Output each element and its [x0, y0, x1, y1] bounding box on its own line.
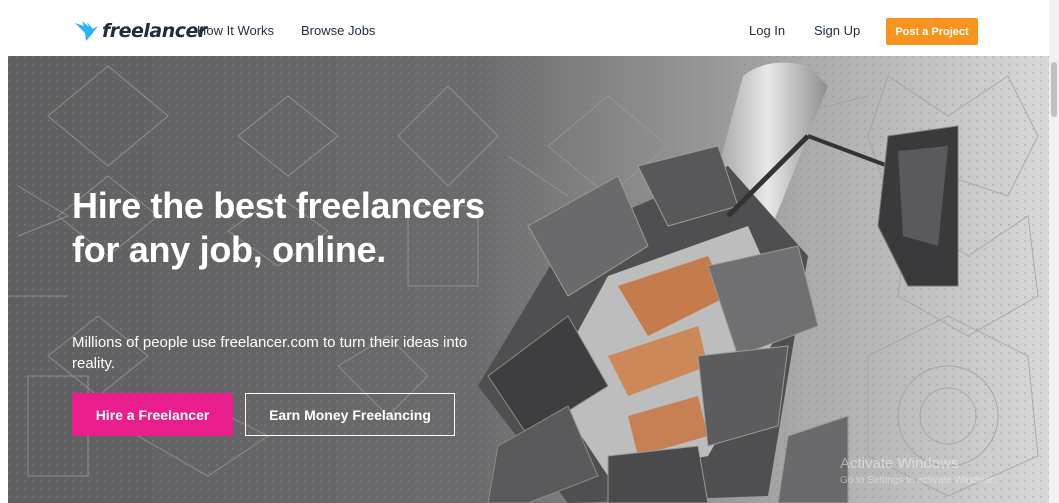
hero-subline: Millions of people use freelancer.com to… — [72, 334, 468, 372]
hero-headline: Hire the best freelancers for any job, o… — [72, 185, 485, 270]
scrollbar-thumb[interactable] — [1051, 62, 1057, 117]
post-project-button[interactable]: Post a Project — [886, 18, 978, 45]
nav-how-it-works[interactable]: How It Works — [197, 23, 274, 38]
bird-logo-icon — [75, 21, 98, 41]
hire-freelancer-button[interactable]: Hire a Freelancer — [72, 393, 233, 436]
page-scrollbar[interactable] — [1049, 0, 1059, 503]
activate-windows-watermark: Activate Windows Go to Settings to activ… — [840, 455, 998, 486]
watermark-title: Activate Windows — [840, 455, 959, 472]
nav-browse-jobs[interactable]: Browse Jobs — [301, 23, 375, 38]
top-nav: freelancer How It Works Browse Jobs Log … — [0, 0, 1059, 56]
nav-sign-up[interactable]: Sign Up — [814, 23, 860, 38]
watermark-subtitle: Go to Settings to activate Windows. — [840, 475, 998, 486]
hero-section: Hire the best freelancers for any job, o… — [8, 56, 1049, 503]
logo-text: freelancer — [102, 20, 207, 42]
freelancer-logo[interactable]: freelancer — [74, 18, 207, 44]
earn-money-button[interactable]: Earn Money Freelancing — [245, 393, 455, 436]
nav-log-in[interactable]: Log In — [749, 23, 785, 38]
